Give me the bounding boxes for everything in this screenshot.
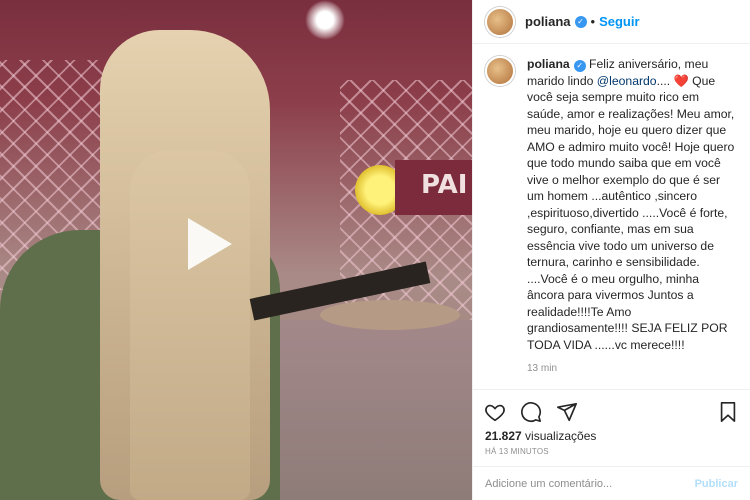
views-number: 21.827 <box>485 429 522 443</box>
stage-light <box>305 0 345 40</box>
caption-avatar[interactable] <box>485 56 515 86</box>
publish-button[interactable]: Publicar <box>695 478 738 490</box>
avatar[interactable] <box>485 6 515 37</box>
caption-text-mid: .... <box>656 73 674 88</box>
bookmark-icon[interactable] <box>716 400 740 424</box>
paper-plane-icon[interactable] <box>555 400 579 424</box>
comment-input[interactable] <box>485 477 695 490</box>
views-label: visualizações <box>521 429 597 443</box>
post-side-panel: poliana ✓ • Seguir poliana ✓ Feliz aniver… <box>472 0 750 500</box>
caption-time: 13 min <box>527 363 558 374</box>
video-player[interactable]: PAI <box>0 0 472 500</box>
heart-emoji: ❤️ <box>673 73 689 88</box>
caption-text-rest: Que você seja sempre muito rico em saúde… <box>527 73 735 352</box>
stage-sign: PAI <box>395 160 472 215</box>
caption-mention[interactable]: @leonardo <box>597 74 657 88</box>
heart-outline-icon[interactable] <box>483 400 507 424</box>
posted-timestamp[interactable]: HÁ 13 MINUTOS <box>473 443 750 466</box>
person-hair-lower <box>130 150 250 500</box>
comment-bubble-icon[interactable] <box>519 400 543 424</box>
add-comment-bar: Publicar <box>473 466 750 500</box>
play-icon[interactable] <box>188 218 232 270</box>
separator-dot: • <box>590 14 596 29</box>
caption-author[interactable]: poliana <box>527 57 570 71</box>
post-caption: poliana ✓ Feliz aniversário, meu marido l… <box>527 56 735 353</box>
verified-badge-icon: ✓ <box>573 60 586 72</box>
post-username[interactable]: poliana <box>525 14 571 29</box>
comments-area: poliana ✓ Feliz aniversário, meu marido l… <box>473 44 750 389</box>
verified-badge-icon: ✓ <box>574 15 587 28</box>
views-count[interactable]: 21.827 visualizações <box>473 429 750 443</box>
post-header: poliana ✓ • Seguir <box>473 0 750 44</box>
stage-table <box>320 300 460 330</box>
action-bar <box>473 389 750 429</box>
instagram-post: PAI poliana ✓ • Seguir poliana ✓ Feliz an… <box>0 0 750 500</box>
follow-button[interactable]: Seguir <box>599 14 639 29</box>
